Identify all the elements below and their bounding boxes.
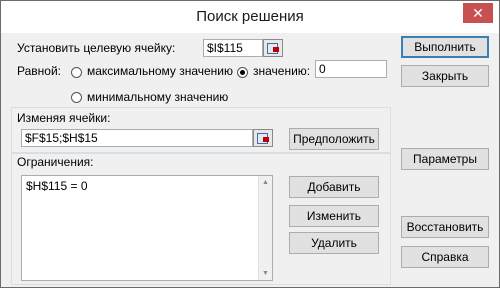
range-select-icon[interactable] <box>263 39 283 57</box>
equal-label: Равной: <box>17 64 61 78</box>
constraints-list[interactable]: $H$115 = 0 ▲ ▼ <box>21 175 273 281</box>
radio-min[interactable] <box>71 92 82 103</box>
help-button[interactable]: Справка <box>401 246 489 268</box>
dialog-body: Установить целевую ячейку: $I$115 Равной… <box>1 33 499 287</box>
change-constraint-button[interactable]: Изменить <box>289 205 379 227</box>
radio-max[interactable] <box>71 67 82 78</box>
title-bar[interactable]: Поиск решения ✕ <box>1 1 499 33</box>
constraint-item[interactable]: $H$115 = 0 <box>26 179 88 193</box>
add-constraint-button[interactable]: Добавить <box>289 176 379 198</box>
range-select-icon[interactable] <box>253 129 273 147</box>
close-button[interactable]: Закрыть <box>401 65 489 87</box>
scroll-up-icon[interactable]: ▲ <box>262 179 269 186</box>
constraints-label: Ограничения: <box>17 155 94 169</box>
delete-constraint-button[interactable]: Удалить <box>289 232 379 254</box>
run-button[interactable]: Выполнить <box>401 36 489 58</box>
target-cell-label: Установить целевую ячейку: <box>17 41 176 55</box>
target-cell-input[interactable]: $I$115 <box>203 39 263 57</box>
params-button[interactable]: Параметры <box>401 148 489 170</box>
radio-max-label[interactable]: максимальному значению <box>87 64 233 78</box>
constraints-scrollbar[interactable]: ▲ ▼ <box>258 176 272 280</box>
restore-button[interactable]: Восстановить <box>401 216 489 238</box>
changing-cells-input[interactable]: $F$15;$H$15 <box>21 129 253 147</box>
scroll-down-icon[interactable]: ▼ <box>262 270 269 277</box>
changing-cells-label: Изменяя ячейки: <box>17 111 111 125</box>
equal-value-input[interactable]: 0 <box>315 60 387 78</box>
dialog-title: Поиск решения <box>196 8 304 25</box>
solver-dialog: Поиск решения ✕ Установить целевую ячейк… <box>0 0 500 288</box>
close-icon[interactable]: ✕ <box>463 3 493 23</box>
guess-button[interactable]: Предположить <box>289 128 379 150</box>
radio-min-label[interactable]: минимальному значению <box>87 90 228 104</box>
radio-value[interactable] <box>237 67 248 78</box>
radio-value-label[interactable]: значению: <box>253 64 310 78</box>
